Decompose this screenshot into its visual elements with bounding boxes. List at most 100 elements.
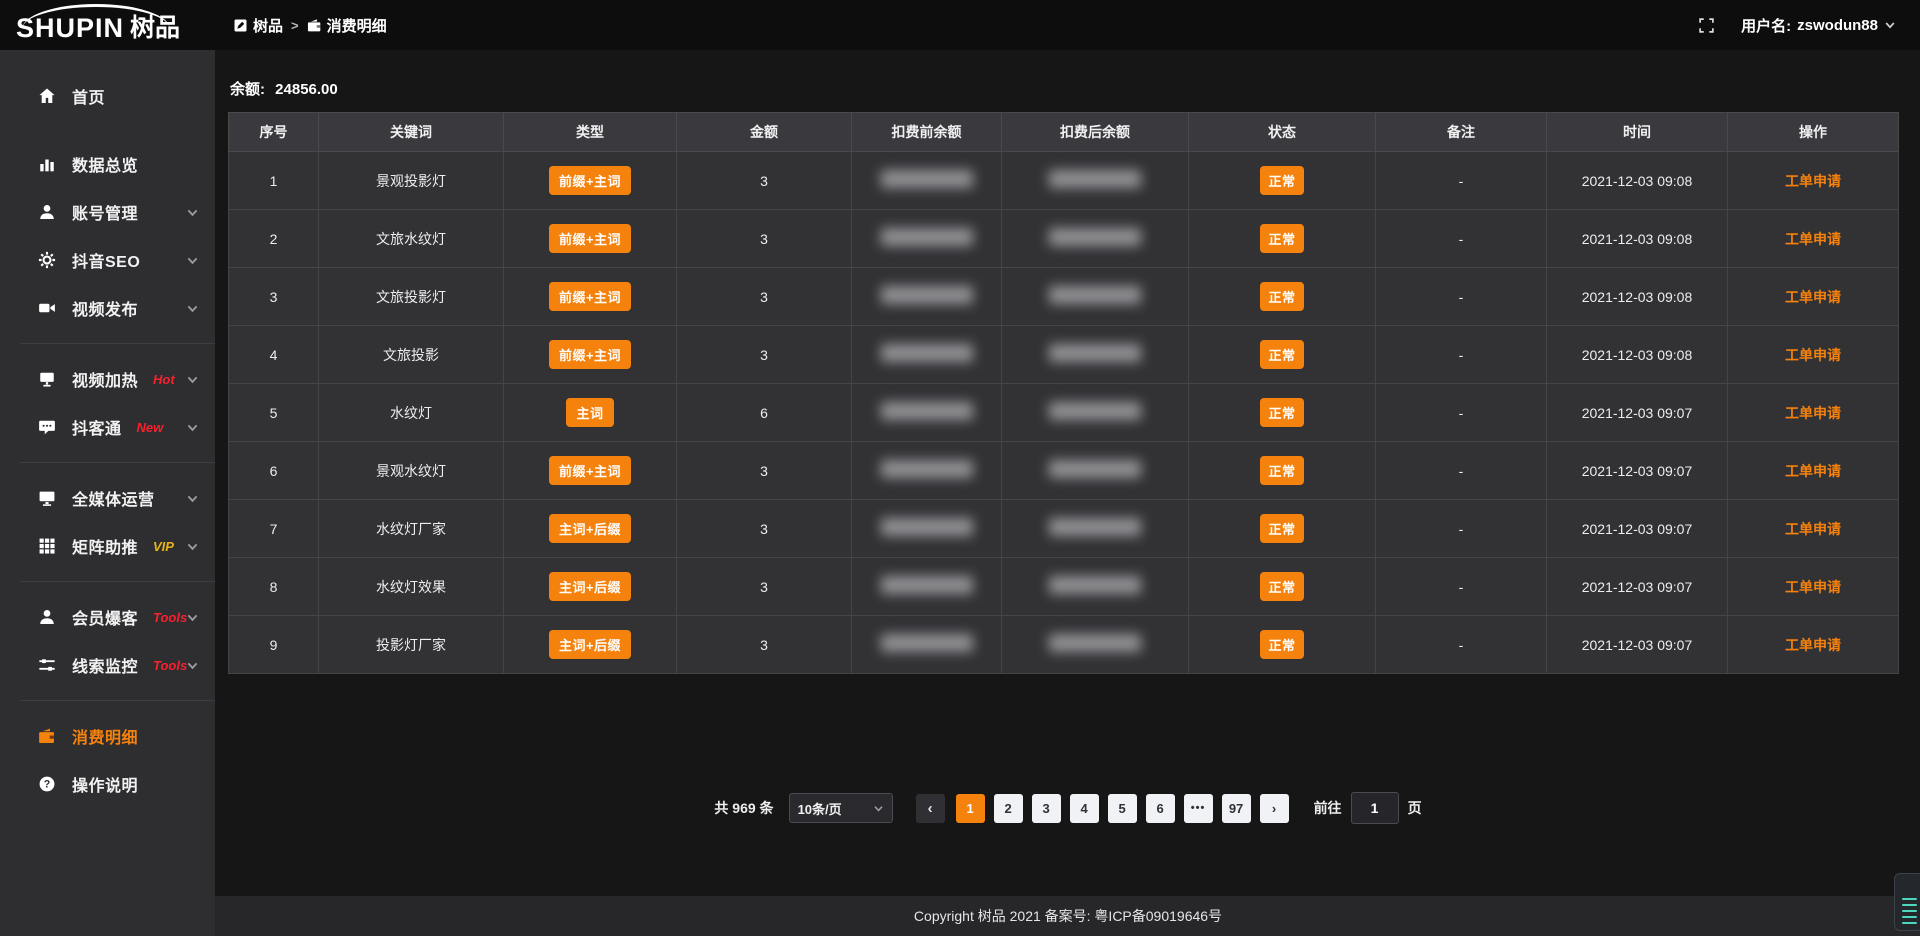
work-order-link[interactable]: 工单申请 (1785, 347, 1841, 363)
work-order-link: 工单申请 (1728, 268, 1899, 326)
balance-after-redacted (1002, 326, 1189, 384)
redacted-balance (881, 518, 973, 536)
home-icon (38, 87, 56, 105)
video-camera-icon (38, 299, 56, 317)
page-button-2[interactable]: 2 (994, 794, 1023, 823)
pagination: 共 969 条10条/页‹123456•••97›前往页 (215, 792, 1920, 824)
breadcrumb-item-consumption-detail[interactable]: 消费明细 (307, 15, 387, 36)
balance-after-redacted (1002, 268, 1189, 326)
page-button-3[interactable]: 3 (1032, 794, 1061, 823)
work-order-link: 工单申请 (1728, 442, 1899, 500)
type-tag-label: 前缀+主词 (549, 340, 631, 369)
work-order-link[interactable]: 工单申请 (1785, 579, 1841, 595)
amount-cell: 3 (677, 616, 852, 674)
breadcrumb-item-shupin[interactable]: 树品 (233, 15, 283, 36)
sidebar-item-douketong[interactable]: 抖客通New (0, 403, 215, 451)
corner-widget[interactable] (1894, 873, 1920, 931)
sidebar-item-all-media-operation[interactable]: 全媒体运营 (0, 474, 215, 522)
footer: Copyright 树品 2021 备案号: 粤ICP备09019646号 (215, 896, 1920, 936)
type-tag-label: 主词+后缀 (549, 514, 631, 543)
remark-cell: - (1376, 616, 1547, 674)
prev-page-button[interactable]: ‹ (916, 794, 945, 823)
next-page-button[interactable]: › (1260, 794, 1289, 823)
keyword-cell: 文旅投影 (319, 326, 504, 384)
sidebar-item-label: 首页 (72, 84, 105, 108)
sidebar-item-label: 线索监控 (72, 653, 138, 677)
balance-summary: 余额: 24856.00 (230, 78, 1899, 99)
remark-cell: - (1376, 558, 1547, 616)
page-button-5[interactable]: 5 (1108, 794, 1137, 823)
wallet-icon (38, 727, 56, 745)
redacted-balance (1049, 228, 1141, 246)
gear-icon (38, 251, 56, 269)
keyword-cell: 水纹灯效果 (319, 558, 504, 616)
member-icon (38, 608, 56, 626)
work-order-link[interactable]: 工单申请 (1785, 173, 1841, 189)
amount-cell: 3 (677, 558, 852, 616)
fullscreen-icon[interactable] (1698, 17, 1715, 34)
chevron-down-icon (1884, 19, 1896, 31)
work-order-link[interactable]: 工单申请 (1785, 231, 1841, 247)
keyword-cell: 水纹灯 (319, 384, 504, 442)
sidebar-item-consumption-detail[interactable]: 消费明细 (0, 712, 215, 760)
status-tag: 正常 (1189, 616, 1376, 674)
work-order-link[interactable]: 工单申请 (1785, 463, 1841, 479)
work-order-link[interactable]: 工单申请 (1785, 521, 1841, 537)
chevron-down-icon (186, 611, 199, 624)
page-size-select[interactable]: 10条/页 (789, 793, 893, 823)
page-button-1[interactable]: 1 (956, 794, 985, 823)
type-tag: 前缀+主词 (504, 268, 677, 326)
type-tag-label: 前缀+主词 (549, 224, 631, 253)
sidebar-item-badge: Tools (153, 610, 187, 625)
redacted-balance (881, 228, 973, 246)
username-value: zswodun88 (1797, 17, 1878, 34)
pagination-total: 共 969 条 (714, 798, 773, 818)
time-cell: 2021-12-03 09:07 (1547, 500, 1728, 558)
sidebar-divider (20, 462, 215, 463)
type-tag-label: 前缀+主词 (549, 166, 631, 195)
remark-cell: - (1376, 152, 1547, 210)
user-dropdown[interactable]: 用户名: zswodun88 (1741, 15, 1896, 36)
balance-after-redacted (1002, 442, 1189, 500)
sidebar-item-clue-monitor[interactable]: 线索监控Tools (0, 641, 215, 689)
sidebar-item-video-heating[interactable]: 视频加热Hot (0, 355, 215, 403)
sidebar-item-matrix-boost[interactable]: 矩阵助推VIP (0, 522, 215, 570)
sidebar-item-douyin-seo[interactable]: 抖音SEO (0, 236, 215, 284)
chevron-down-icon (186, 373, 199, 386)
status-tag: 正常 (1189, 442, 1376, 500)
remark-cell: - (1376, 326, 1547, 384)
work-order-link[interactable]: 工单申请 (1785, 637, 1841, 653)
redacted-balance (1049, 286, 1141, 304)
work-order-link[interactable]: 工单申请 (1785, 405, 1841, 421)
row-index: 1 (229, 152, 319, 210)
goto-page-input[interactable] (1351, 792, 1399, 824)
page-button-4[interactable]: 4 (1070, 794, 1099, 823)
user-icon (38, 203, 56, 221)
page-button-6[interactable]: 6 (1146, 794, 1175, 823)
sidebar-item-member-baoke[interactable]: 会员爆客Tools (0, 593, 215, 641)
page-button-97[interactable]: 97 (1222, 794, 1251, 823)
sidebar-item-account-management[interactable]: 账号管理 (0, 188, 215, 236)
sidebar-item-operation-guide[interactable]: ?操作说明 (0, 760, 215, 808)
sidebar-item-video-publish[interactable]: 视频发布 (0, 284, 215, 332)
monitor-icon (38, 489, 56, 507)
sidebar-item-home[interactable]: 首页 (0, 72, 215, 120)
redacted-balance (1049, 518, 1141, 536)
type-tag: 前缀+主词 (504, 442, 677, 500)
work-order-link[interactable]: 工单申请 (1785, 289, 1841, 305)
work-order-link: 工单申请 (1728, 616, 1899, 674)
pagination-ellipsis[interactable]: ••• (1184, 794, 1213, 823)
sidebar-item-data-overview[interactable]: 数据总览 (0, 140, 215, 188)
row-index: 9 (229, 616, 319, 674)
sidebar-item-label: 数据总览 (72, 152, 138, 176)
column-header: 关键词 (319, 113, 504, 152)
sidebar-item-badge: New (137, 420, 164, 435)
sidebar-item-label: 矩阵助推 (72, 534, 138, 558)
status-tag: 正常 (1189, 384, 1376, 442)
goto-label: 前往 (1314, 798, 1342, 818)
chevron-down-icon (186, 206, 199, 219)
remark-cell: - (1376, 500, 1547, 558)
keyword-cell: 景观水纹灯 (319, 442, 504, 500)
redacted-balance (1049, 170, 1141, 188)
screen-icon (38, 370, 56, 388)
